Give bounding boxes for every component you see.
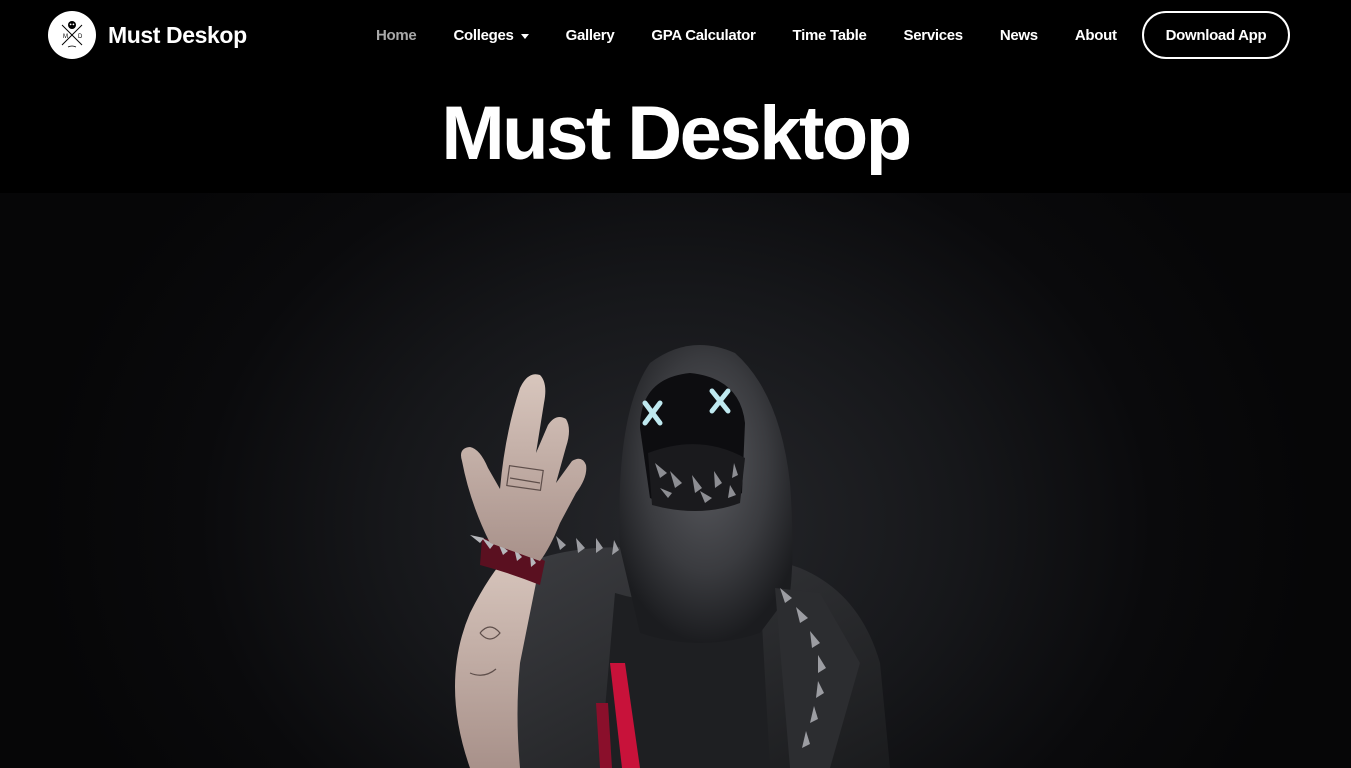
nav-item-news[interactable]: News [1000,27,1038,44]
nav-item-colleges-label: Colleges [453,26,514,44]
nav-item-services[interactable]: Services [904,27,964,44]
top-navbar: M D Must Deskop Home Colleges Gallery GP… [0,0,1351,70]
page: M D Must Deskop Home Colleges Gallery GP… [0,0,1351,768]
chevron-down-icon [520,33,529,39]
download-app-button[interactable]: Download App [1142,11,1290,59]
nav-item-time-table[interactable]: Time Table [793,27,867,44]
nav-item-gpa-calculator[interactable]: GPA Calculator [651,27,755,44]
nav-item-home[interactable]: Home [376,27,417,44]
main-nav: Home Colleges Gallery GPA Calculator Tim… [376,0,1154,70]
nav-item-colleges[interactable]: Colleges [453,26,529,44]
svg-text:D: D [78,34,83,40]
hero-title: Must Desktop [441,91,912,176]
brand-name: Must Deskop [108,21,247,48]
hooded-masked-figure-image [455,345,890,768]
md-logo-icon: M D [48,11,96,59]
brand-link[interactable]: M D Must Deskop [48,11,247,59]
nav-item-about[interactable]: About [1075,27,1117,44]
hero-image [0,193,1351,768]
nav-item-gallery[interactable]: Gallery [566,27,615,44]
svg-text:M: M [63,34,68,40]
